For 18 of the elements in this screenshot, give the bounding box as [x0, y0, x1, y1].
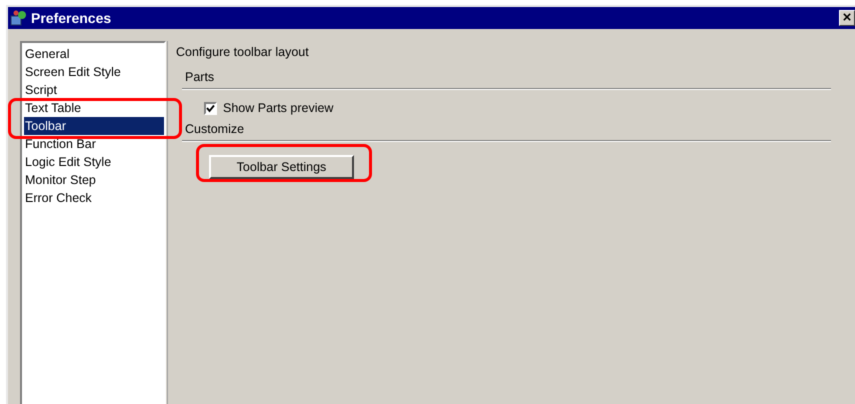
settings-button[interactable]: Toolbar Settings — [209, 155, 354, 179]
list-item[interactable]: Logic Edit Style — [24, 153, 164, 171]
close-button[interactable]: × — [839, 10, 855, 26]
window-title: Preferences — [31, 10, 112, 26]
list-item[interactable]: Screen Edit Style — [24, 63, 164, 81]
checkbox-label: Show Parts preview — [223, 101, 334, 115]
group-title: Parts — [184, 69, 216, 85]
app-icon — [10, 10, 28, 26]
group-title: Customize — [184, 121, 246, 137]
list-item[interactable]: General — [24, 45, 164, 63]
list-item[interactable]: Error Check — [24, 189, 164, 207]
list-item[interactable]: Monitor Step — [24, 171, 164, 189]
list-item[interactable]: Text Table — [24, 99, 164, 117]
list-item[interactable]: Toolbar — [24, 117, 164, 135]
panel-heading: Configure toolbar layout — [176, 44, 310, 60]
list-item[interactable]: Function Bar — [24, 135, 164, 153]
list-item[interactable]: Script — [24, 81, 164, 99]
checkbox[interactable] — [204, 102, 217, 114]
